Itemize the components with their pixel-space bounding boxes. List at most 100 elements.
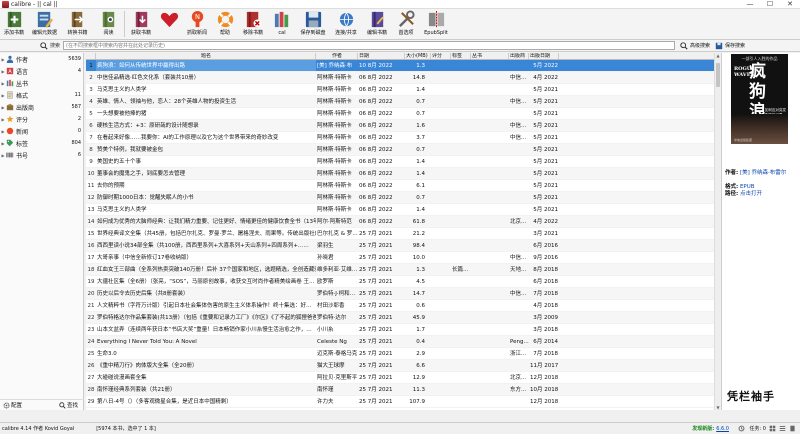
advanced-search-button[interactable]: 高级搜索 [680,41,710,50]
cell-size: 1.7 [416,327,425,333]
save-to-disk-button[interactable]: 保存到磁盘 [296,9,330,40]
saved-search-button[interactable]: 保存搜索 [715,42,745,50]
table-row[interactable]: 10 董事会的魔鬼之手，到底要怎去管理 阿林斯·特斯卡 06 8月 2022 1.4 5月… [86,168,714,180]
table-row[interactable]: 1 疯狗浪：如何从传统世界中赢得出路 [美] 乔纳森·布 10 8月 2022 1.3 5… [86,60,714,72]
cell-tags [451,252,471,263]
sidebar-item-label: 语言 [16,68,29,76]
author-link[interactable]: [美] 乔纳森·布雷尔 [740,170,786,176]
convert-books-button[interactable]: 转换书籍 [61,9,94,40]
layout-book-button[interactable] [789,425,796,432]
epubsplit-button[interactable]: EpubSplit [420,9,452,40]
column-header-rating[interactable]: 评分 [431,53,451,59]
cell-pub: 中信... [510,99,527,105]
table-row[interactable]: 11 去你的预期 阿林斯·特斯卡 06 8月 2022 6.1 5月 2021 [86,180,714,192]
table-row[interactable]: 4 英雄、情人、领袖与他，恋人：28个英雄人物的投资生活 阿林斯·特斯卡 06 8月 … [86,96,714,108]
cell-pubdate: 6月 2018 [533,279,558,285]
table-row[interactable]: 29 第八日-4号（）（多客观微星合集，是近日本中国精剩） 许力夫 25 7月 202… [86,396,714,408]
sidebar-item-language[interactable]: ▶ A 语言 4 [0,65,83,77]
path-link[interactable]: 点击打开 [740,191,762,197]
help-button[interactable]: 帮助 [212,9,238,40]
sidebar-item-publisher[interactable]: ▶ 出版商 587 [0,101,83,113]
table-row[interactable]: 18 红血女王三部曲（全系列热卖突破140万册！后补 37个国家和地区，选题精选，… [86,264,714,276]
column-header-author[interactable]: 作者 [316,53,358,59]
table-row[interactable]: 16 西西里读小说34部全集（共100册，西西里系列+大喜系列+天山系列+四周系列… [86,240,714,252]
remove-books-button[interactable]: 移除书籍 [238,9,268,40]
table-row[interactable]: 17 大哥亲事（中信全新修订17卷收纳版） 孙晓君 25 7月 2021 10.0 中信.… [86,252,714,264]
fetch-news-button[interactable]: N 抓取新闻 [182,9,212,40]
preferences-button[interactable]: 首选项 [392,9,420,40]
scrollbar-thumb[interactable] [716,63,720,87]
table-row[interactable]: 2 中信佳品精选·红色文化系（套装共10册） 阿林斯·特斯卡 06 8月 2022 14… [86,72,714,84]
cell-series [471,120,509,131]
cell-rating [431,396,451,407]
table-row[interactable]: 25 生命3.0 迈克斯·泰格马克 25 7月 2021 2.9 浙江... 7月 2018 [86,348,714,360]
cell-title: 南怀瑾经典系列套装（共21册） [97,387,176,393]
new-version-link[interactable]: 6.6.0 [716,426,729,432]
find-button[interactable]: 查找 [59,401,78,409]
table-row[interactable]: 23 山本文盆弄（连续两年获日本“书店大奖”重量！日本畅销作家小川糸慢生活治愈之作… [86,324,714,336]
table-scrollbar[interactable]: ▲ ▼ [714,53,720,410]
configure-button[interactable]: 配置 [3,401,22,409]
table-row[interactable]: 6 硬核生活方式：+3：原研哉的设计随想录 阿林斯·特斯卡 06 8月 2022 1.6… [86,120,714,132]
column-header-tags[interactable]: 标签 [451,53,471,59]
table-row[interactable]: 12 防御时期1000日本：觉醒失眠人的小书 阿林斯·特斯卡 06 8月 2022 0.… [86,192,714,204]
sidebar-item-isbn[interactable]: ▶ 书号 6 [0,149,83,161]
sidebar-item-news[interactable]: ▶ 新闻 0 [0,125,83,137]
search-input[interactable] [63,41,676,50]
column-header-date[interactable]: 日期 [358,53,405,59]
sidebar-item-star[interactable]: ▶ 评分 2 [0,113,83,125]
library-button[interactable]: cal [268,9,296,40]
cell-date: 25 7月 2021 [359,267,393,273]
layout-grid-button[interactable] [769,425,776,432]
table-row[interactable]: 24 Everything I Never Told You: A Novel Ce… [86,336,714,348]
sidebar-item-label: 作者 [16,56,29,64]
column-header-size[interactable]: 大小(MB) [405,53,431,59]
table-row[interactable]: 26 《重中精刀行》肉体版大全集（全20册） 猫大王球摩 25 7月 2021 6.6 1… [86,360,714,372]
table-row[interactable]: 19 大疆社区集（全6册）（张亮，“SOS”，马丽原创故事，收获交互时尚作者精美绘… [86,276,714,288]
table-row[interactable]: 9 美国史的五十个事 阿林斯·特斯卡 06 8月 2022 1.4 5月 2021 [86,156,714,168]
column-header-index[interactable] [86,53,96,59]
connect-share-button[interactable]: 连接/共享 [330,9,362,40]
table-row[interactable]: 7 在看起来好像……我要你：AI的工作原理以及它为这个世界带来的奇妙改变 阿林斯·特… [86,132,714,144]
table-row[interactable]: 5 一头想要被他捧的猪 阿林斯·特斯卡 06 8月 2022 0.7 5月 2021 [86,108,714,120]
table-row[interactable]: 13 马克思主义的人类学 阿林斯·特斯卡 06 8月 2022 1.4 5月 2021 [86,204,714,216]
jobs-indicator[interactable]: 任务: 0 [738,425,766,432]
cell-pub [509,156,529,167]
table-row[interactable]: 22 罗伯特格达尔作品集套装(共13册）（包括《重要和记录力工厂》《尔区》《了不起… [86,312,714,324]
table-row[interactable]: 8 赞美个特例，我就要被金包 阿林斯·特斯卡 06 8月 2022 0.7 5月 2021 [86,144,714,156]
book-cover[interactable]: 一部引人入胜的作品 ROGUE WAVES 疯狗浪 如何应对突发剧变的世界 中信… [731,54,788,144]
table-row[interactable]: 21 人文精粹书（字符万计版）引起日本社会集体伤害的原生主义体系操作！终十集选：好… [86,300,714,312]
table-row[interactable]: 27 大碰碰说漫画套全集 阿拉贝·克里斯平 25 7月 2021 12.9 北京... 12… [86,372,714,384]
table-row[interactable]: 20 历史以后令去历史后集（共8册套装） 罗伯特·J·柯和… 25 7月 2021 14… [86,288,714,300]
edit-metadata-button[interactable]: 编辑元数据 [28,9,61,40]
add-books-button[interactable]: 添加书籍 [0,9,28,40]
sidebar-item-tag[interactable]: ▶ 标签 804 [0,137,83,149]
table-row[interactable]: 15 世界经典译文全集（共45册，包括巴尔扎克、罗曼·罗兰、屠格涅夫、雨果等。传统… [86,228,714,240]
sidebar-item-format[interactable]: ▶ 格式 11 [0,89,83,101]
minimize-button[interactable]: — [740,0,760,9]
format-link[interactable]: EPUB [740,184,755,190]
layout-list-button[interactable] [779,425,786,432]
table-row[interactable]: 14 如何成为优秀的大脑师经典：让我们精力重要、记住更好、情绪更佳的健康饮食全书（… [86,216,714,228]
table-row[interactable]: 3 马克思主义的人类学 阿林斯·特斯卡 06 8月 2022 1.4 5月 2021 [86,84,714,96]
maximize-button[interactable]: ☐ [760,0,780,9]
cell-pub: 北京... [510,219,527,225]
donate-button[interactable] [156,9,182,40]
cell-pubdate: 7月 2018 [533,291,558,297]
column-header-title[interactable]: 题名 [96,53,316,59]
column-header-publisher[interactable]: 出版商 [509,53,529,59]
cell-tags [451,360,471,371]
edit-book-button[interactable]: 编辑书籍 [362,9,392,40]
cell-date: 06 8月 2022 [359,75,393,81]
sidebar-item-series[interactable]: ▶ 丛书 [0,77,83,89]
column-header-pubdate[interactable]: 出版日期 [529,53,559,59]
cell-pub: Peng... [510,339,529,345]
close-button[interactable]: ✕ [780,0,800,9]
sidebar-item-person[interactable]: ▶ 作者 5639 [0,53,83,65]
table-row[interactable]: 28 南怀瑾经典系列套装（共21册） 南怀瑾 25 7月 2021 11.3 东方... 1… [86,384,714,396]
get-books-button[interactable]: 获取书籍 [126,9,156,40]
cell-rating [431,216,451,227]
view-book-button[interactable]: 阅读 [94,9,123,40]
cell-series [471,156,509,167]
column-header-series[interactable]: 丛书 [471,53,509,59]
